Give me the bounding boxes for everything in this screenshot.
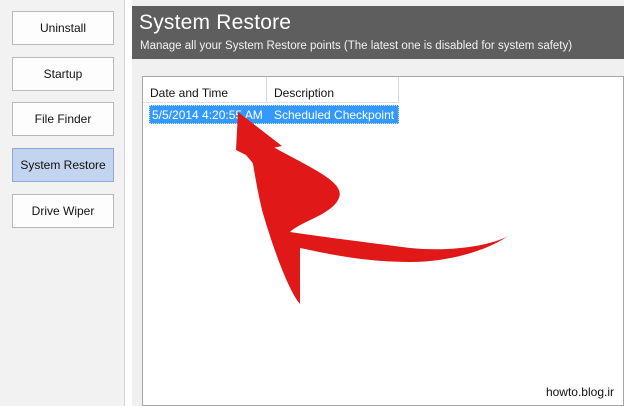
watermark-text: howto.blog.ir	[541, 383, 618, 401]
arrow-shaft	[248, 132, 508, 304]
red-arrow-annotation	[236, 112, 508, 304]
